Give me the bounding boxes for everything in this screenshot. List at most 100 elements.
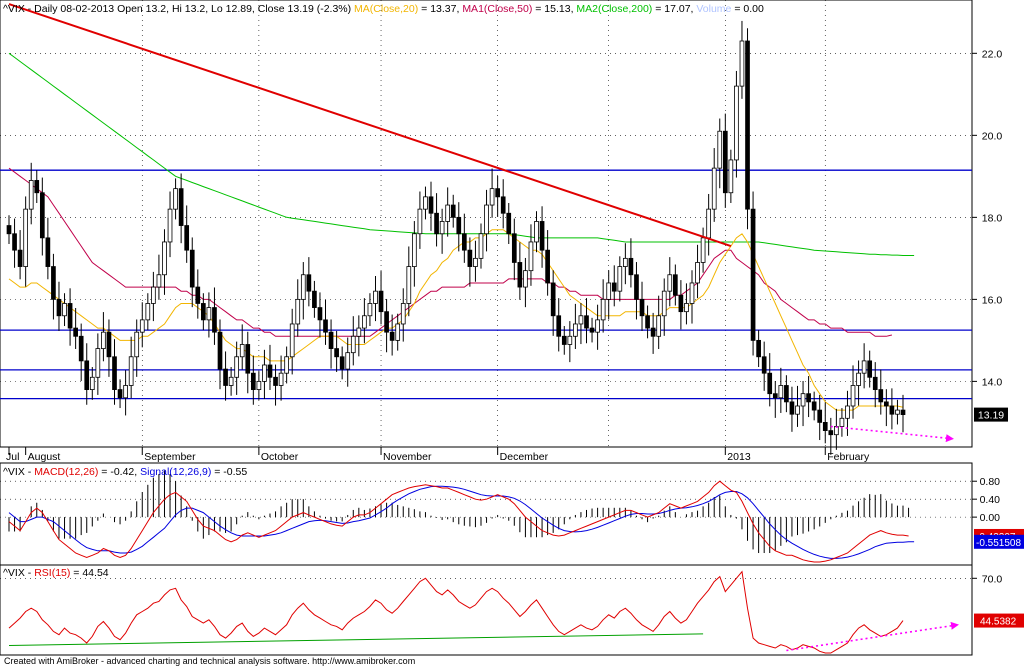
candle-body xyxy=(45,237,51,267)
candle-body xyxy=(800,393,806,407)
candle-body xyxy=(228,376,234,386)
candle-body xyxy=(317,307,323,321)
candle-body xyxy=(645,315,650,329)
candle-body xyxy=(84,360,90,390)
candle-body xyxy=(206,307,212,321)
candle-body xyxy=(467,249,473,267)
candle-body xyxy=(811,401,817,411)
candle-body xyxy=(550,282,556,317)
candle-body xyxy=(600,298,606,321)
candle-body xyxy=(328,331,334,349)
macd-pane[interactable]: ^VIX - MACD(12,26) = -0.42, Signal(12,26… xyxy=(0,462,973,566)
candle-body xyxy=(123,385,128,399)
candle-body xyxy=(745,40,750,210)
candle-body xyxy=(506,212,512,235)
ma200-legend: MA2(Close,200) xyxy=(576,3,652,15)
rsi-pane[interactable]: ^VIX - RSI(15) = 44.54 xyxy=(0,564,973,656)
candle-body xyxy=(345,352,351,370)
candle-body xyxy=(850,385,856,407)
rsi-header-part: = 44.54 xyxy=(70,567,108,579)
candle-body xyxy=(78,335,84,362)
candle-body xyxy=(573,323,578,337)
macd-header-part: = -0.55 xyxy=(211,466,247,478)
candle-body xyxy=(878,389,884,403)
candle-body xyxy=(711,167,717,210)
candle-body xyxy=(145,303,151,321)
candle-body xyxy=(128,356,134,386)
candle-body xyxy=(817,409,823,423)
candle-body xyxy=(534,221,539,243)
candle-body xyxy=(312,290,317,308)
candle-body xyxy=(517,262,523,288)
candle-body xyxy=(39,192,45,239)
candle-body xyxy=(661,290,667,317)
candle-body xyxy=(434,212,439,235)
candle-body xyxy=(17,249,23,267)
candle-body xyxy=(6,225,12,235)
vix-chart: ^VIX - Daily 08-02-2013 Open 13.2, Hi 13… xyxy=(0,0,1024,656)
candle-body xyxy=(589,327,595,333)
candle-body xyxy=(323,319,328,333)
candle-body xyxy=(184,225,190,251)
candle-body xyxy=(767,372,773,395)
signal-value-label: -0.551508 xyxy=(976,538,1021,549)
rsi-header-part: ^VIX - xyxy=(3,567,34,579)
candle-body xyxy=(262,364,267,382)
candle-body xyxy=(623,257,628,267)
x-tick-label: October xyxy=(261,451,299,463)
candle-body xyxy=(728,159,734,194)
candle-body xyxy=(101,331,106,349)
candle-body xyxy=(611,282,617,292)
candle-body xyxy=(689,282,695,304)
candle-body xyxy=(173,188,178,210)
candle-body xyxy=(584,315,589,329)
macd-y-axis: 0.800.400.00-0.42207-0.551508 xyxy=(972,476,1024,549)
candle-body xyxy=(339,356,345,370)
candle-body xyxy=(567,335,573,345)
macd-pane-frame xyxy=(0,462,973,566)
candle-body xyxy=(156,274,162,288)
candle-body xyxy=(634,274,639,300)
macd-header: ^VIX - MACD(12,26) = -0.42, Signal(12,26… xyxy=(3,466,247,478)
candle-body xyxy=(67,303,73,329)
candle-body xyxy=(51,266,56,300)
macd-legend: MACD(12,26) xyxy=(34,466,98,478)
candle-body xyxy=(428,196,434,214)
last-price-label: 13.19 xyxy=(978,410,1004,422)
candle-body xyxy=(523,270,528,288)
candle-body xyxy=(139,319,145,333)
macd-tick-label: 0.00 xyxy=(980,512,1001,524)
candle-body xyxy=(445,204,451,222)
candle-body xyxy=(223,368,228,386)
candle-body xyxy=(417,208,423,235)
candle-body xyxy=(556,315,562,337)
candle-body xyxy=(167,208,173,243)
candle-body xyxy=(722,130,728,194)
candle-body xyxy=(295,298,301,325)
candle-body xyxy=(756,339,761,358)
candle-body xyxy=(217,331,223,370)
candle-body xyxy=(300,274,306,300)
ma50-legend: MA1(Close,50) xyxy=(462,3,532,15)
candle-body xyxy=(672,274,678,296)
candle-body xyxy=(895,409,900,415)
candle-body xyxy=(561,335,567,345)
candle-body xyxy=(750,208,756,341)
price-tick-label: 22.0 xyxy=(982,48,1003,60)
candle-body xyxy=(106,331,112,358)
price-pane[interactable]: ^VIX - Daily 08-02-2013 Open 13.2, Hi 13… xyxy=(0,0,973,455)
ma20-legend: MA(Close,20) xyxy=(354,3,418,15)
price-header-part: = 17.07, xyxy=(652,3,696,15)
candle-body xyxy=(734,85,739,161)
candle-body xyxy=(350,335,356,354)
candle-body xyxy=(134,331,140,358)
candle-body xyxy=(201,303,206,321)
x-tick-label: Jul xyxy=(6,451,19,463)
candle-body xyxy=(822,421,828,431)
candle-body xyxy=(89,376,95,390)
price-header-part: ^VIX - Daily 08-02-2013 Open 13.2, Hi 13… xyxy=(3,3,354,15)
candle-body xyxy=(717,130,723,169)
footer-credit: Created with AmiBroker - advanced charti… xyxy=(4,656,416,666)
candle-body xyxy=(151,286,156,304)
candle-body xyxy=(412,233,417,267)
